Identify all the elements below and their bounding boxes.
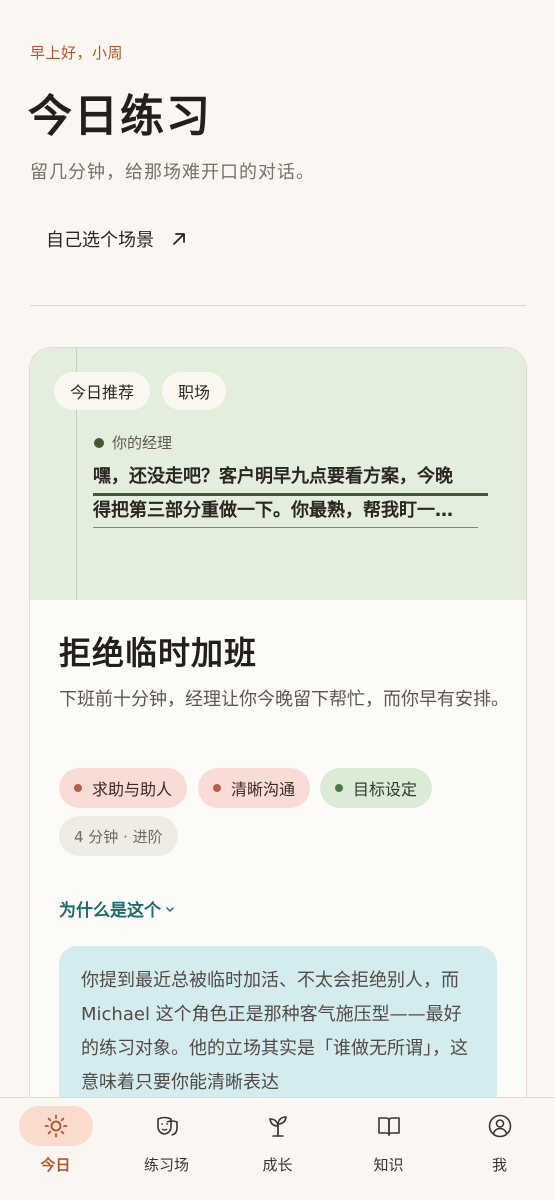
user-circle-icon [488, 1114, 511, 1138]
sun-icon [44, 1114, 67, 1138]
why-this-toggle[interactable]: 为什么是这个 [59, 896, 175, 921]
tab-icon-bg [463, 1106, 537, 1146]
tag-dot [335, 784, 343, 792]
tab-label: 今日 [40, 1156, 71, 1174]
quote-line: 得把第三部分重做一下。你最熟，帮我盯一… [93, 496, 478, 528]
skill-tag: 清晰沟通 [198, 768, 311, 808]
custom-scene-label: 自己选个场景 [46, 230, 154, 251]
skill-tag: 求助与助人 [59, 768, 188, 808]
tab-icon-bg [18, 1106, 93, 1146]
tab-practice[interactable]: 练习场 [111, 1098, 222, 1200]
tab-icon-bg [130, 1106, 204, 1146]
tab-icon-bg [241, 1106, 315, 1146]
sprout-icon [268, 1116, 287, 1137]
scenario-description: 下班前十分钟，经理让你今晚留下帮忙，而你早有安排。 [59, 689, 509, 710]
custom-scene-link[interactable]: 自己选个场景 [46, 226, 188, 252]
tab-today[interactable]: 今日 [0, 1098, 111, 1200]
open-book-icon [377, 1117, 400, 1136]
tag-label: 求助与助人 [92, 780, 173, 799]
tag-dot [74, 784, 82, 792]
speaker-name: 你的经理 [112, 434, 173, 452]
speaker-label: 你的经理 [94, 432, 172, 453]
tag-label: 清晰沟通 [231, 780, 296, 799]
speaker-dot [94, 437, 104, 448]
tab-knowledge[interactable]: 知识 [333, 1098, 444, 1200]
chip-recommended: 今日推荐 [54, 372, 151, 410]
quote-line: 嘿，还没走吧？客户明早九点要看方案，今晚 [93, 462, 488, 496]
tab-label: 成长 [262, 1156, 293, 1174]
tag-label: 目标设定 [353, 780, 418, 799]
page-subtitle: 留几分钟，给那场难开口的对话。 [30, 162, 315, 183]
tab-label: 练习场 [143, 1156, 189, 1174]
tab-label: 我 [491, 1156, 507, 1174]
divider [30, 305, 526, 306]
chip-category: 职场 [162, 372, 227, 410]
scenario-card[interactable]: 今日推荐 职场 你的经理 嘿，还没走吧？客户明早九点要看方案，今晚 得把第三部分… [29, 347, 527, 1147]
theater-masks-icon [156, 1116, 178, 1136]
chevron-down-icon [166, 906, 174, 912]
skill-tag: 目标设定 [320, 768, 433, 808]
duration-level-badge: 4 分钟 · 进阶 [59, 816, 178, 856]
page-title: 今日练习 [28, 91, 212, 142]
arrow-up-right-icon [173, 233, 185, 245]
scenario-title: 拒绝临时加班 [59, 634, 258, 672]
tab-growth[interactable]: 成长 [222, 1098, 333, 1200]
greeting: 早上好，小周 [30, 44, 124, 62]
tab-me[interactable]: 我 [444, 1098, 555, 1200]
bottom-tab-bar: 今日 练习场 成长 知识 我 [0, 1097, 555, 1200]
tag-dot [213, 784, 221, 792]
card-preview: 今日推荐 职场 你的经理 嘿，还没走吧？客户明早九点要看方案，今晚 得把第三部分… [30, 348, 526, 600]
tab-label: 知识 [373, 1156, 404, 1174]
dialogue-quote: 嘿，还没走吧？客户明早九点要看方案，今晚 得把第三部分重做一下。你最熟，帮我盯一… [93, 462, 488, 528]
why-label: 为什么是这个 [59, 901, 161, 921]
tab-icon-bg [352, 1106, 426, 1146]
